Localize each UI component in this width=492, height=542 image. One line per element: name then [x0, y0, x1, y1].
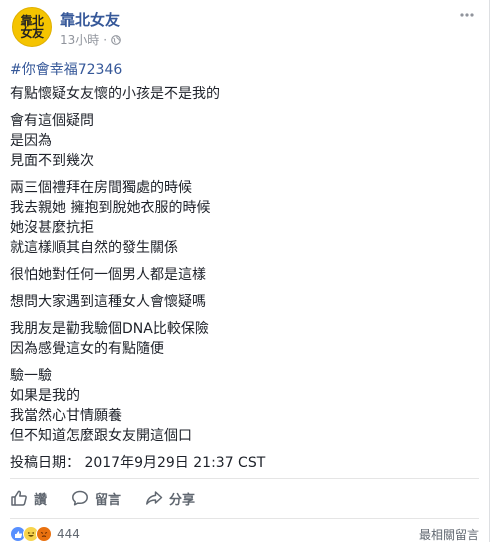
post-body: 有點懷疑女友懷的小孩是不是我的 會有這個疑問 是因為 見面不到幾次 兩三個禮拜在…: [10, 84, 479, 480]
post-line: 我朋友是勸我驗個DNA比較保險: [10, 321, 209, 337]
angry-reaction-icon: [36, 526, 52, 542]
like-button[interactable]: 讚: [10, 489, 47, 508]
post-paragraph: 兩三個禮拜在房間獨處的時候 我去親她 擁抱到脫她衣服的時候 她沒甚麼抗拒 就這樣…: [10, 178, 479, 258]
post-line: 驗一驗: [10, 368, 52, 384]
more-options-icon[interactable]: [459, 9, 475, 19]
divider: [10, 518, 479, 519]
post-paragraph: 很怕她對任何一個男人都是這樣: [10, 265, 479, 285]
divider: [10, 478, 479, 479]
share-arrow-icon: [146, 491, 163, 505]
post-line: 因為感覺這女的有點隨便: [10, 341, 164, 357]
post-card: 靠北 女友 靠北女友 13小時 · #你會幸福72346 有點懷疑女友懷的小孩是…: [0, 0, 490, 542]
comment-bubble-icon: [72, 490, 88, 506]
post-paragraph: 會有這個疑問 是因為 見面不到幾次: [10, 111, 479, 171]
reaction-count[interactable]: 444: [57, 527, 80, 541]
post-meta: 13小時 ·: [60, 31, 121, 48]
comment-button[interactable]: 留言: [71, 489, 121, 508]
meta-separator: ·: [103, 32, 108, 47]
post-hashtag-link[interactable]: #你會幸福72346: [10, 59, 122, 79]
post-line: 但不知道怎麼跟女友開這個口: [10, 428, 192, 444]
post-line: 見面不到幾次: [10, 153, 94, 169]
post-line: 如果是我的: [10, 388, 80, 404]
like-label: 讚: [34, 492, 48, 508]
page-name-link[interactable]: 靠北女友: [60, 9, 120, 30]
post-paragraph: 我朋友是勸我驗個DNA比較保險 因為感覺這女的有點隨便: [10, 319, 479, 359]
action-bar: 讚 留言 分享: [10, 486, 479, 510]
post-line: 我當然心甘情願養: [10, 408, 122, 424]
share-label: 分享: [169, 492, 196, 508]
post-line: 兩三個禮拜在房間獨處的時候: [10, 180, 192, 196]
post-paragraph: 投稿日期： 2017年9月29日 21:37 CST: [10, 453, 479, 473]
post-line: 有點懷疑女友懷的小孩是不是我的: [10, 86, 220, 102]
post-line: 就這樣順其自然的發生關係: [10, 240, 178, 256]
post-paragraph: 驗一驗 如果是我的 我當然心甘情願養 但不知道怎麼跟女友開這個口: [10, 366, 479, 446]
post-line: 會有這個疑問: [10, 113, 94, 129]
post-line: 她沒甚麼抗拒: [10, 220, 94, 236]
share-button[interactable]: 分享: [145, 489, 195, 508]
page-avatar[interactable]: 靠北 女友: [12, 7, 52, 47]
comment-label: 留言: [95, 492, 122, 508]
reactions-footer: 444 最相關留言: [10, 526, 479, 542]
globe-icon[interactable]: [111, 34, 121, 45]
post-line: 很怕她對任何一個男人都是這樣: [10, 267, 206, 283]
post-header: 靠北 女友 靠北女友 13小時 ·: [12, 7, 477, 49]
post-submission-date: 投稿日期： 2017年9月29日 21:37 CST: [10, 455, 266, 471]
post-line: 我去親她 擁抱到脫她衣服的時候: [10, 200, 211, 216]
post-paragraph: 有點懷疑女友懷的小孩是不是我的: [10, 84, 479, 104]
avatar-text-line-2: 女友: [20, 26, 44, 40]
comment-sort-dropdown[interactable]: 最相關留言: [419, 526, 479, 542]
post-timestamp[interactable]: 13小時: [60, 31, 99, 48]
thumbs-up-icon: [11, 490, 27, 506]
post-paragraph: 想問大家遇到這種女人會懷疑嗎: [10, 292, 479, 312]
reaction-icons[interactable]: [10, 526, 52, 542]
post-line: 是因為: [10, 133, 52, 149]
post-line: 想問大家遇到這種女人會懷疑嗎: [10, 294, 206, 310]
